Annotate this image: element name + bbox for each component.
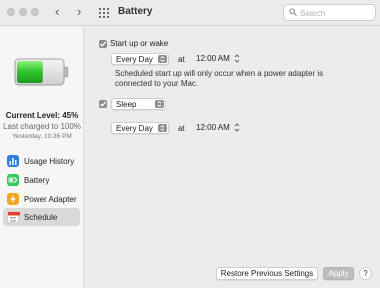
sidebar-item-power-adapter[interactable]: Power Adapter [3, 190, 80, 208]
battery-preferences-window: ‹ › Battery Search Current Level: 45% La… [0, 0, 380, 288]
calendar-icon [7, 211, 20, 223]
chevron-up-down-icon [155, 100, 164, 108]
minimize-window-button[interactable] [19, 8, 27, 16]
sidebar: Current Level: 45% Last charged to 100% … [0, 27, 84, 288]
zoom-window-button[interactable] [31, 8, 39, 16]
sidebar-item-battery[interactable]: Battery [3, 171, 80, 189]
battery-level-icon [14, 58, 69, 86]
startup-repeat-value: Every Day [116, 55, 153, 64]
last-charged-text: Last charged to 100% [3, 122, 81, 131]
startup-power-note: Scheduled start up will only occur when … [115, 69, 324, 88]
sleep-at-label: at [178, 124, 185, 133]
current-level-text: Current Level: 45% [5, 111, 79, 120]
search-input[interactable] [300, 7, 372, 19]
sidebar-item-label: Battery [24, 175, 50, 185]
startup-time-stepper[interactable] [234, 53, 240, 64]
startup-repeat-popup[interactable]: Every Day [111, 53, 169, 65]
sidebar-item-label: Usage History [24, 156, 75, 166]
sleep-repeat-value: Every Day [116, 124, 153, 133]
forward-arrow-icon[interactable]: › [77, 5, 81, 19]
chevron-up-down-icon [158, 55, 167, 63]
sleep-repeat-popup[interactable]: Every Day [111, 122, 169, 134]
startup-time-field[interactable]: 12:00 AM [196, 53, 234, 65]
startup-label: Start up or wake [110, 39, 169, 48]
sleep-checkbox[interactable] [99, 100, 107, 108]
sidebar-item-schedule[interactable]: Schedule [3, 208, 80, 226]
help-button[interactable]: ? [359, 267, 372, 280]
sleep-action-popup[interactable]: Sleep [111, 98, 166, 110]
sidebar-item-label: Power Adapter [24, 194, 77, 204]
close-window-button[interactable] [7, 8, 15, 16]
sidebar-item-usage-history[interactable]: Usage History [3, 152, 80, 170]
bolt-icon [7, 193, 19, 205]
back-arrow-icon[interactable]: ‹ [55, 5, 59, 19]
sidebar-item-label: Schedule [24, 212, 58, 222]
bar-chart-icon [7, 155, 19, 167]
title-bar: ‹ › Battery [0, 0, 380, 26]
apply-button[interactable]: Apply [323, 267, 354, 280]
sleep-time-field[interactable]: 12:00 AM [196, 122, 234, 134]
window-title: Battery [118, 6, 153, 17]
startup-time-value: 12:00 AM [196, 54, 230, 63]
startup-at-label: at [178, 55, 185, 64]
restore-previous-settings-button[interactable]: Restore Previous Settings [216, 267, 318, 280]
chevron-up-down-icon [158, 124, 167, 132]
startup-checkbox[interactable] [99, 40, 107, 48]
sleep-action-value: Sleep [116, 100, 137, 109]
sleep-time-value: 12:00 AM [196, 123, 230, 132]
battery-icon [7, 174, 19, 186]
last-charged-time: Yesterday, 10:36 PM [12, 133, 72, 140]
search-field[interactable] [283, 4, 376, 21]
show-all-grid-icon[interactable] [99, 8, 109, 18]
sleep-time-stepper[interactable] [234, 122, 240, 133]
search-icon [289, 8, 297, 16]
